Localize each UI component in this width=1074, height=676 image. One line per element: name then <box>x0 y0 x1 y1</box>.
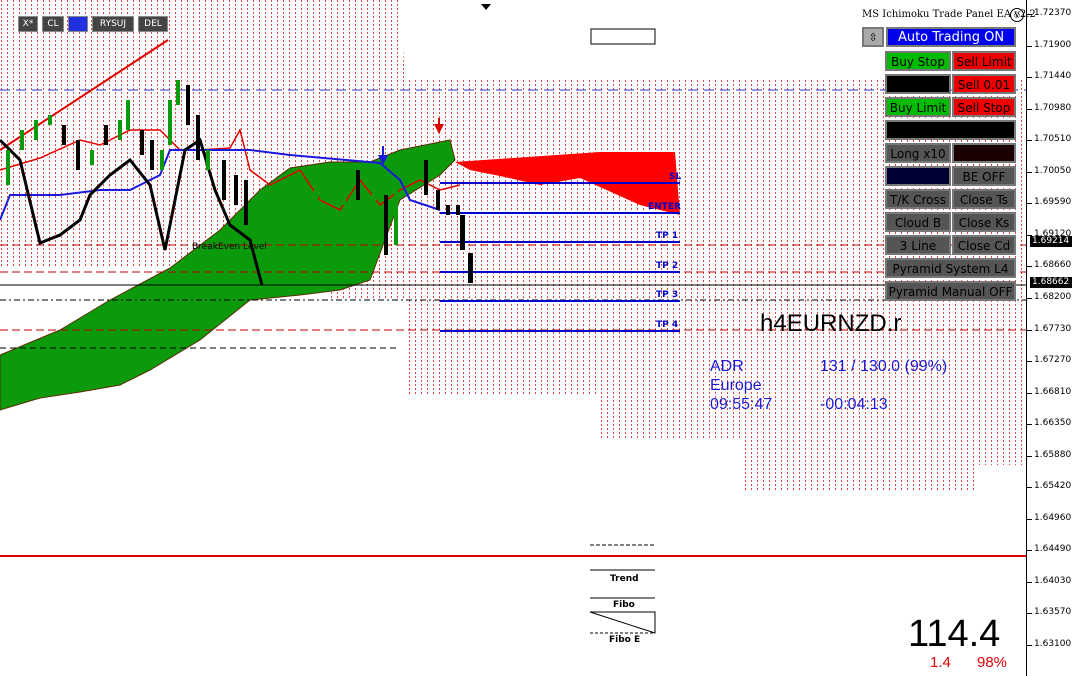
pips-value: 114.4 <box>908 613 1001 655</box>
price-axis-tick <box>1027 645 1032 646</box>
price-axis-tick <box>1027 518 1032 520</box>
price-axis-label: 1.70980 <box>1034 102 1072 113</box>
price-tag-low: 1.68662 <box>1030 277 1072 288</box>
toolbar-button-cl[interactable]: CL <box>42 16 64 32</box>
price-axis-tick <box>1027 171 1032 173</box>
be-off-button[interactable]: BE OFF <box>952 166 1016 186</box>
price-axis-label: 1.72370 <box>1034 8 1072 18</box>
tp4-label: TP 4 <box>656 320 679 330</box>
sell-lot-button[interactable]: Sell 0.01 <box>952 74 1016 94</box>
price-axis-tick <box>1027 581 1032 583</box>
buy-lot-button[interactable] <box>885 74 951 94</box>
price-axis-label: 1.71440 <box>1034 71 1072 82</box>
toolbar-button-del[interactable]: DEL <box>138 16 168 32</box>
tk-cross-button[interactable]: T/K Cross <box>885 189 951 209</box>
price-axis-tick <box>1027 203 1032 205</box>
price-axis-label: 1.64960 <box>1034 512 1072 523</box>
cloud-b-button[interactable]: Cloud B <box>885 212 951 232</box>
sl-label: SL <box>669 172 682 182</box>
price-axis-tick <box>1027 77 1032 79</box>
sell-limit-button[interactable]: Sell Limit <box>952 51 1016 71</box>
chart-shift-marker-icon <box>481 4 491 10</box>
enter-label: ENTER <box>648 202 681 212</box>
price-axis-tick <box>1027 550 1032 552</box>
price-axis-label: 1.67270 <box>1034 355 1072 366</box>
price-axis-label: 1.63100 <box>1034 639 1072 649</box>
session-label: Europe <box>710 377 762 394</box>
up-down-arrow-icon[interactable]: ⇳ <box>862 27 884 47</box>
price-axis-label: 1.65420 <box>1034 481 1072 492</box>
price-axis-label: 1.70510 <box>1034 134 1072 145</box>
price-axis-tick <box>1027 45 1032 47</box>
price-axis-label: 1.66810 <box>1034 386 1072 397</box>
tp3-label: TP 3 <box>656 290 679 300</box>
price-axis-label: 1.63570 <box>1034 607 1072 618</box>
price-axis-label: 1.70050 <box>1034 165 1072 176</box>
price-axis-label: 1.64490 <box>1034 544 1072 555</box>
short-button[interactable] <box>952 143 1016 163</box>
tp2-label: TP 2 <box>656 261 679 271</box>
price-axis-tick <box>1027 424 1032 426</box>
breakeven-label: BreakEven Level <box>192 242 267 252</box>
toolbar-button-color[interactable] <box>68 16 88 32</box>
trend-tool-label[interactable]: Trend <box>610 574 639 584</box>
sell-stop-button[interactable]: Sell Stop <box>952 97 1016 117</box>
stat-small-right: 98% <box>977 654 1008 671</box>
fibo-e-tool-shape <box>589 611 656 634</box>
fibo-tool-label[interactable]: Fibo <box>613 600 635 610</box>
price-axis-tick <box>1027 14 1032 15</box>
symbol-label: h4EURNZD.r <box>760 310 902 337</box>
price-axis-label: 1.67730 <box>1034 323 1072 334</box>
buy-stop-button[interactable]: Buy Stop <box>885 51 951 71</box>
blank-blue-button[interactable] <box>885 166 951 186</box>
price-axis-label: 1.64030 <box>1034 575 1072 586</box>
blank-input-box[interactable] <box>590 28 656 45</box>
price-axis <box>1026 0 1027 676</box>
price-tag-high: 1.69214 <box>1030 236 1072 247</box>
blank-panel-button[interactable] <box>885 120 1016 140</box>
price-axis-tick <box>1027 392 1032 394</box>
price-axis-tick <box>1027 613 1032 615</box>
price-axis-tick <box>1027 455 1032 457</box>
stat-small-left: 1.4 <box>930 654 951 671</box>
pyramid-manual-button[interactable]: Pyramid Manual OFF <box>885 281 1016 301</box>
price-axis-tick <box>1027 361 1032 363</box>
time-label: 09:55:47 <box>710 396 773 413</box>
price-axis-tick <box>1027 108 1032 110</box>
auto-trading-button[interactable]: Auto Trading ON <box>886 27 1016 47</box>
three-line-button[interactable]: 3 Line <box>885 235 951 255</box>
cloud-hatching-upper <box>0 0 1026 490</box>
long-x10-button[interactable]: Long x10 <box>885 143 951 163</box>
toolbar-button-rysuj[interactable]: RYSUJ <box>92 16 134 32</box>
price-axis-label: 1.69590 <box>1034 197 1072 208</box>
price-axis-tick <box>1027 297 1032 299</box>
fibo-e-tool-label[interactable]: Fibo E <box>609 635 640 645</box>
close-cd-button[interactable]: Close Cd <box>952 235 1016 255</box>
tp1-label: TP 1 <box>656 231 679 241</box>
price-axis-tick <box>1027 266 1032 268</box>
toolbar-button-x[interactable]: X* <box>18 16 38 32</box>
countdown-label: -00:04:13 <box>820 396 888 413</box>
price-axis-tick <box>1027 329 1032 331</box>
adr-value: 131 / 130.0 (99%) <box>820 358 948 375</box>
price-axis-label: 1.68200 <box>1034 291 1072 302</box>
price-axis-label: 1.68660 <box>1034 260 1072 271</box>
price-axis-tick <box>1027 487 1032 489</box>
close-ts-button[interactable]: Close Ts <box>952 189 1016 209</box>
price-axis-label: 1.65880 <box>1034 449 1072 460</box>
price-axis-tick <box>1027 140 1032 142</box>
pyramid-system-button[interactable]: Pyramid System L4 <box>885 258 1016 278</box>
close-ks-button[interactable]: Close Ks <box>952 212 1016 232</box>
smiley-icon: ☺ <box>1010 8 1024 22</box>
adr-label: ADR <box>710 358 744 375</box>
buy-limit-button[interactable]: Buy Limit <box>885 97 951 117</box>
price-axis-label: 1.71900 <box>1034 39 1072 50</box>
price-axis-label: 1.66350 <box>1034 418 1072 429</box>
